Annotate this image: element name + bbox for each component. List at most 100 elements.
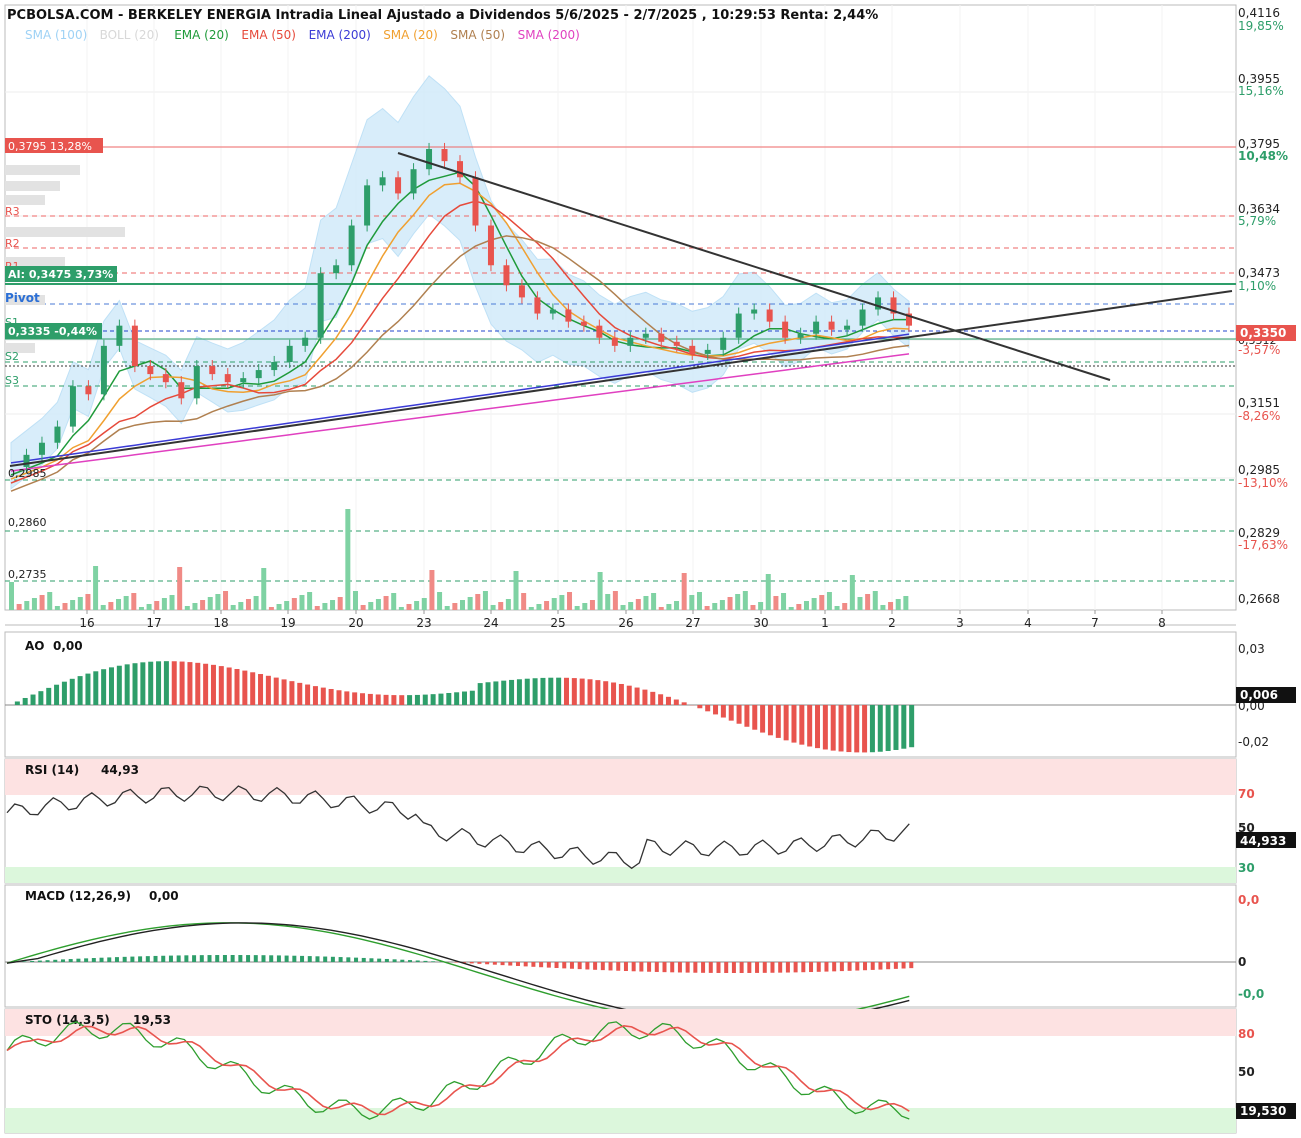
macd-histogram-bar	[53, 959, 58, 962]
candle-body	[240, 378, 247, 383]
x-tick-label: 8	[1158, 616, 1166, 630]
candle-body	[38, 442, 45, 455]
macd-tick-label: 0	[1238, 955, 1246, 969]
macd-histogram-bar	[639, 962, 644, 972]
volume-bar	[605, 594, 611, 610]
ao-bar	[77, 676, 83, 705]
macd-histogram-bar	[369, 958, 374, 962]
x-tick-label: 1	[821, 616, 829, 630]
candle-body	[766, 309, 773, 322]
volume-bar	[819, 595, 825, 610]
macd-histogram-bar	[685, 962, 690, 973]
macd-histogram-bar	[523, 962, 528, 967]
volume-level-label: 0,2735	[8, 568, 47, 581]
macd-histogram-bar	[863, 962, 868, 971]
legend-item: EMA (200)	[309, 28, 371, 42]
ao-bar	[501, 680, 507, 705]
volume-bar	[215, 594, 221, 610]
volume-bar	[437, 592, 443, 610]
volume-bar	[803, 601, 809, 610]
panel-value: 44,93	[101, 763, 139, 777]
percent-tick-label: 10,48%	[1238, 149, 1288, 163]
volume-bar	[903, 596, 909, 610]
volume-bar	[513, 571, 519, 610]
candle-body	[813, 321, 820, 334]
macd-histogram-bar	[878, 962, 883, 970]
ao-bar	[344, 691, 350, 705]
candle-body	[271, 361, 278, 371]
ao-bar	[720, 705, 726, 718]
volume-bar	[261, 568, 267, 610]
volume-bar	[589, 600, 595, 610]
candle-body	[642, 333, 649, 338]
volume-bar	[345, 509, 351, 610]
volume-bar	[253, 596, 259, 610]
candle-body	[410, 169, 417, 194]
macd-histogram-bar	[284, 955, 289, 962]
volume-bar	[628, 602, 634, 610]
macd-histogram-bar	[747, 962, 752, 973]
ao-bar	[681, 702, 687, 705]
ao-bar	[179, 661, 185, 705]
volume-bar	[16, 604, 22, 610]
candle-body	[658, 333, 665, 342]
oversold-zone	[5, 1108, 1236, 1133]
macd-histogram-bar	[145, 956, 150, 962]
macd-histogram-bar	[261, 955, 266, 962]
ao-bar	[438, 693, 444, 705]
volume-bar	[398, 607, 404, 610]
candle-body	[426, 149, 433, 170]
candle-body	[69, 386, 76, 427]
ao-bar	[556, 677, 562, 705]
percent-tick-label: 19,85%	[1238, 19, 1284, 33]
ai-label: AI: 0,3475 3,73%	[8, 268, 113, 281]
ao-bar	[242, 670, 248, 705]
panel-title: AO	[25, 639, 45, 653]
macd-histogram-bar	[708, 962, 713, 973]
ao-bar	[791, 705, 797, 743]
candle-body	[549, 309, 556, 314]
rsi-last-label: 44,933	[1240, 834, 1286, 848]
macd-histogram-bar	[91, 958, 96, 962]
candle-body	[333, 265, 340, 274]
volume-bar	[765, 574, 771, 610]
legend-item: SMA (200)	[518, 28, 580, 42]
macd-histogram-bar	[338, 957, 343, 962]
volume-bar	[70, 600, 76, 610]
candle-body	[565, 309, 572, 322]
macd-histogram-bar	[400, 959, 405, 962]
ao-bar	[611, 682, 617, 705]
macd-histogram-bar	[608, 962, 613, 971]
volume-bar	[116, 599, 122, 610]
volume-bar	[200, 600, 206, 610]
macd-histogram-bar	[84, 958, 89, 962]
ao-bar	[171, 661, 177, 705]
ao-bar	[524, 678, 530, 705]
candle-body	[364, 185, 371, 226]
macd-histogram-bar	[346, 957, 351, 962]
candle-body	[131, 325, 138, 367]
x-tick-label: 19	[280, 616, 295, 630]
ao-bar	[815, 705, 821, 749]
ao-bar	[116, 665, 122, 705]
x-tick-label: 18	[213, 616, 228, 630]
volume-bar	[460, 600, 465, 610]
macd-histogram-bar	[253, 955, 258, 962]
ao-bar	[132, 663, 138, 705]
ao-bar	[454, 692, 460, 705]
ao-bar	[877, 705, 883, 752]
ao-bar	[618, 683, 624, 705]
ao-bar	[642, 689, 648, 705]
ao-bar	[375, 694, 381, 705]
ao-bar	[571, 678, 577, 705]
ao-bar	[187, 662, 193, 705]
macd-histogram-bar	[161, 955, 166, 962]
ao-bar	[336, 690, 342, 705]
macd-histogram-bar	[816, 962, 821, 972]
volume-bar	[31, 598, 37, 610]
ao-bar	[760, 705, 766, 733]
s2-label: S2	[5, 350, 19, 363]
ao-bar	[697, 705, 703, 709]
volume-bar	[620, 605, 626, 610]
volume-bar	[750, 605, 756, 610]
